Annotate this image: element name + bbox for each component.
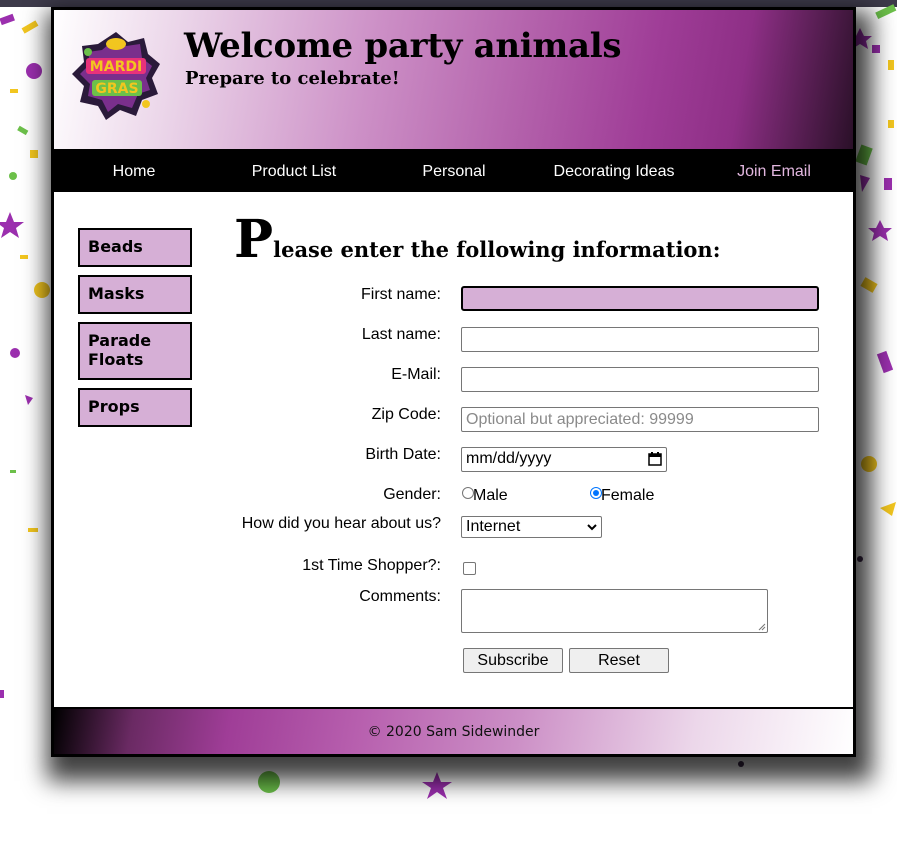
subscribe-button[interactable]: Subscribe xyxy=(463,648,563,673)
nav-item-join-email[interactable]: Join Email xyxy=(694,149,854,192)
form-heading-text: lease enter the following information: xyxy=(273,237,721,262)
resize-grip-icon[interactable] xyxy=(758,623,766,631)
chevron-down-icon xyxy=(587,524,597,531)
sidebar-item-masks[interactable]: Masks xyxy=(78,275,192,314)
page-subtitle: Prepare to celebrate! xyxy=(185,68,400,89)
gender-label: Gender: xyxy=(383,486,441,503)
nav-item-product-list[interactable]: Product List xyxy=(214,149,374,192)
email-label: E-Mail: xyxy=(391,366,441,383)
sidebar-item-props[interactable]: Props xyxy=(78,388,192,427)
svg-text:GRAS: GRAS xyxy=(95,81,138,97)
comments-label: Comments: xyxy=(359,588,441,605)
form-heading-drop-cap: P xyxy=(234,209,274,270)
comments-textarea[interactable] xyxy=(461,589,768,633)
hear-about-select[interactable]: Internet xyxy=(461,516,602,538)
first-time-shopper-checkbox[interactable] xyxy=(463,562,476,575)
birth-date-label: Birth Date: xyxy=(365,446,441,463)
first-time-shopper-label: 1st Time Shopper?: xyxy=(302,557,441,574)
calendar-icon[interactable] xyxy=(648,452,662,466)
hear-about-selected-value: Internet xyxy=(466,518,521,535)
nav-item-decorating-ideas[interactable]: Decorating Ideas xyxy=(534,149,694,192)
first-name-label: First name: xyxy=(360,286,441,303)
gender-female-label: Female xyxy=(601,487,655,504)
footer-copyright: © 2020 Sam Sidewinder xyxy=(367,724,540,740)
mardi-gras-logo-icon: MARDI GRAS xyxy=(72,32,160,120)
site-footer: © 2020 Sam Sidewinder xyxy=(54,707,853,754)
first-name-input[interactable] xyxy=(461,286,819,311)
email-input[interactable] xyxy=(461,367,819,392)
hear-about-label: How did you hear about us? xyxy=(241,515,441,532)
sidebar-item-beads[interactable]: Beads xyxy=(78,228,192,267)
gender-male-label: Male xyxy=(473,487,508,504)
form-heading: Please enter the following information: xyxy=(234,214,720,266)
svg-text:MARDI: MARDI xyxy=(90,59,142,75)
nav-item-home[interactable]: Home xyxy=(54,149,214,192)
zip-code-input[interactable] xyxy=(461,407,819,432)
last-name-label: Last name: xyxy=(361,326,441,343)
site-header: MARDI GRAS Welcome party animals Prepare… xyxy=(54,10,853,149)
page-container: MARDI GRAS Welcome party animals Prepare… xyxy=(51,7,856,757)
zip-code-label: Zip Code: xyxy=(371,406,441,423)
sidebar-item-parade-floats[interactable]: Parade Floats xyxy=(78,322,192,380)
birth-date-input[interactable]: mm/dd/yyyy xyxy=(461,447,667,472)
last-name-input[interactable] xyxy=(461,327,819,352)
main-nav: Home Product List Personal Decorating Id… xyxy=(54,149,853,192)
nav-item-personal[interactable]: Personal xyxy=(374,149,534,192)
reset-button[interactable]: Reset xyxy=(569,648,669,673)
page-title: Welcome party animals xyxy=(184,26,622,66)
birth-date-placeholder: mm/dd/yyyy xyxy=(466,450,552,467)
